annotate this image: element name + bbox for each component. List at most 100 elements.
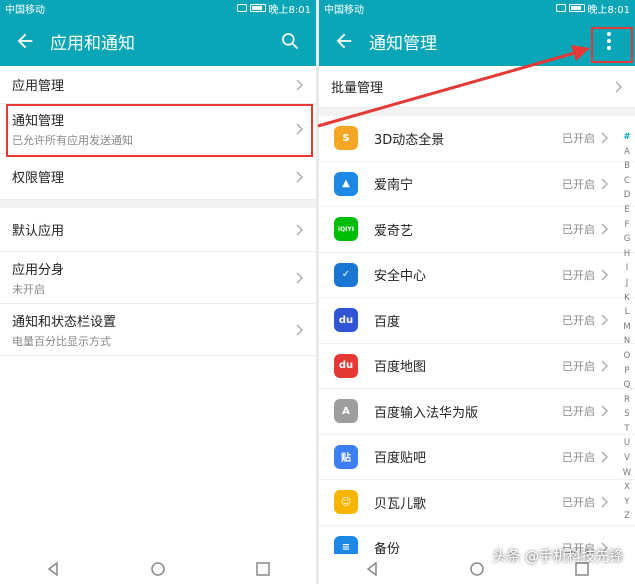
search-icon[interactable]: [278, 29, 302, 53]
nav-recents-icon[interactable]: [254, 560, 272, 578]
notification-status: 已开启: [562, 223, 595, 237]
index-letter[interactable]: N: [621, 334, 633, 349]
index-letter[interactable]: W: [621, 466, 633, 481]
chevron-right-icon: [296, 171, 303, 182]
page-title: 应用和通知: [50, 33, 135, 54]
nav-home-icon[interactable]: [468, 560, 486, 578]
notification-status: 已开启: [562, 405, 595, 419]
carrier-label: 中国移动: [5, 4, 45, 16]
index-letter[interactable]: #: [621, 130, 633, 145]
app-row[interactable]: S 3D动态全景 已开启: [319, 116, 635, 162]
index-letter[interactable]: B: [621, 159, 633, 174]
index-letter[interactable]: L: [621, 305, 633, 320]
index-letter[interactable]: F: [621, 218, 633, 233]
index-letter[interactable]: Y: [621, 495, 633, 510]
chevron-right-icon: [601, 269, 608, 281]
index-letter[interactable]: T: [621, 422, 633, 437]
menu-item-notification-management[interactable]: 通知管理 已允许所有应用发送通知: [0, 104, 316, 154]
app-bar: 应用和通知: [0, 16, 316, 66]
notification-status: 已开启: [562, 359, 595, 373]
app-3d-icon: S: [334, 126, 358, 151]
index-letter[interactable]: U: [621, 436, 633, 451]
chevron-right-icon: [601, 223, 608, 235]
index-letter[interactable]: I: [621, 261, 633, 276]
index-letter[interactable]: V: [621, 451, 633, 466]
more-options-icon[interactable]: [597, 29, 621, 53]
chevron-right-icon: [296, 224, 303, 235]
chevron-right-icon: [601, 496, 608, 508]
section-divider: [319, 108, 635, 116]
carrier-label: 中国移动: [324, 4, 364, 16]
chevron-right-icon: [296, 272, 303, 283]
app-baidu-map-icon: du: [334, 353, 358, 378]
alphabet-index[interactable]: # A B C D E F G H I J K L M N O P Q R S T U V W X Y Z: [621, 130, 633, 524]
index-letter[interactable]: R: [621, 393, 633, 408]
index-letter[interactable]: P: [621, 364, 633, 379]
chevron-right-icon: [601, 451, 608, 463]
watermark: 头条 @手机科技先锋: [492, 549, 623, 565]
index-letter[interactable]: D: [621, 188, 633, 203]
app-row[interactable]: iQIYI 爱奇艺 已开启: [319, 207, 635, 253]
status-time: 晚上8:01: [587, 4, 630, 16]
app-tieba-icon: 贴: [334, 444, 358, 469]
chevron-right-icon: [601, 314, 608, 326]
app-row[interactable]: du 百度 已开启: [319, 298, 635, 344]
menu-item-app-management[interactable]: 应用管理: [0, 66, 316, 104]
index-letter[interactable]: M: [621, 320, 633, 335]
index-letter[interactable]: A: [621, 145, 633, 160]
index-letter[interactable]: O: [621, 349, 633, 364]
app-ainanning-icon: ▲: [334, 171, 358, 196]
app-row[interactable]: A 百度输入法华为版 已开启: [319, 389, 635, 435]
app-row[interactable]: 贴百度贴吧 已开启: [319, 435, 635, 480]
app-row[interactable]: du 百度地图 已开启: [319, 344, 635, 389]
app-row[interactable]: ✓ 安全中心 已开启: [319, 253, 635, 298]
menu-item-default-apps[interactable]: 默认应用: [0, 208, 316, 252]
index-letter[interactable]: H: [621, 247, 633, 262]
chevron-right-icon: [296, 79, 303, 90]
nav-home-icon[interactable]: [149, 560, 167, 578]
section-divider: [0, 200, 316, 208]
app-name: 贝瓦儿歌: [374, 496, 427, 512]
menu-item-label: 应用分身: [12, 262, 65, 278]
notification-status: 已开启: [562, 314, 595, 328]
index-letter[interactable]: X: [621, 480, 633, 495]
app-security-icon: ✓: [334, 262, 358, 287]
notification-status: 已开启: [562, 450, 595, 464]
index-letter[interactable]: J: [621, 276, 633, 291]
menu-item-notification-statusbar-settings[interactable]: 通知和状态栏设置 电量百分比显示方式: [0, 304, 316, 356]
app-name: 3D动态全景: [374, 132, 445, 148]
index-letter[interactable]: Z: [621, 509, 633, 524]
app-row[interactable]: ▲ 爱南宁 已开启: [319, 162, 635, 207]
chevron-right-icon: [296, 324, 303, 335]
back-arrow-icon[interactable]: [14, 30, 36, 52]
menu-item-label: 默认应用: [12, 224, 65, 239]
app-name: 百度贴吧: [374, 451, 427, 467]
batch-management[interactable]: 批量管理: [319, 66, 635, 108]
battery-icon: [249, 4, 266, 12]
menu-item-app-twin[interactable]: 应用分身 未开启: [0, 252, 316, 304]
menu-item-permission-management[interactable]: 权限管理: [0, 154, 316, 200]
app-name: 百度输入法华为版: [374, 405, 479, 421]
chevron-right-icon: [601, 360, 608, 372]
index-letter[interactable]: G: [621, 232, 633, 247]
signal-icon: [236, 4, 247, 12]
menu-item-label: 应用管理: [12, 79, 65, 94]
index-letter[interactable]: S: [621, 407, 633, 422]
index-letter[interactable]: C: [621, 174, 633, 189]
app-list: S 3D动态全景 已开启 ▲ 爱南宁 已开启 iQIYI 爱奇艺 已开启 ✓ 安全中心 已开启 du 百度…: [319, 116, 635, 571]
index-letter[interactable]: Q: [621, 378, 633, 393]
nav-back-icon[interactable]: [363, 560, 381, 578]
app-row[interactable]: ☺ 贝瓦儿歌 已开启: [319, 480, 635, 526]
index-letter[interactable]: E: [621, 203, 633, 218]
notification-status: 已开启: [562, 268, 595, 282]
app-bar: 通知管理: [319, 16, 635, 66]
nav-back-icon[interactable]: [44, 560, 62, 578]
back-arrow-icon[interactable]: [333, 30, 355, 52]
notification-status: 已开启: [562, 177, 595, 191]
menu-item-subtitle: 电量百分比显示方式: [12, 334, 111, 348]
menu-item-subtitle: 已允许所有应用发送通知: [12, 133, 133, 147]
index-letter[interactable]: K: [621, 291, 633, 306]
page-title: 通知管理: [369, 33, 437, 54]
battery-icon: [568, 4, 585, 12]
right-screen: 中国移动 晚上8:01 通知管理 批量管理 S 3D动态全景 已开启 ▲ 爱南宁 已开启 i…: [319, 0, 635, 584]
